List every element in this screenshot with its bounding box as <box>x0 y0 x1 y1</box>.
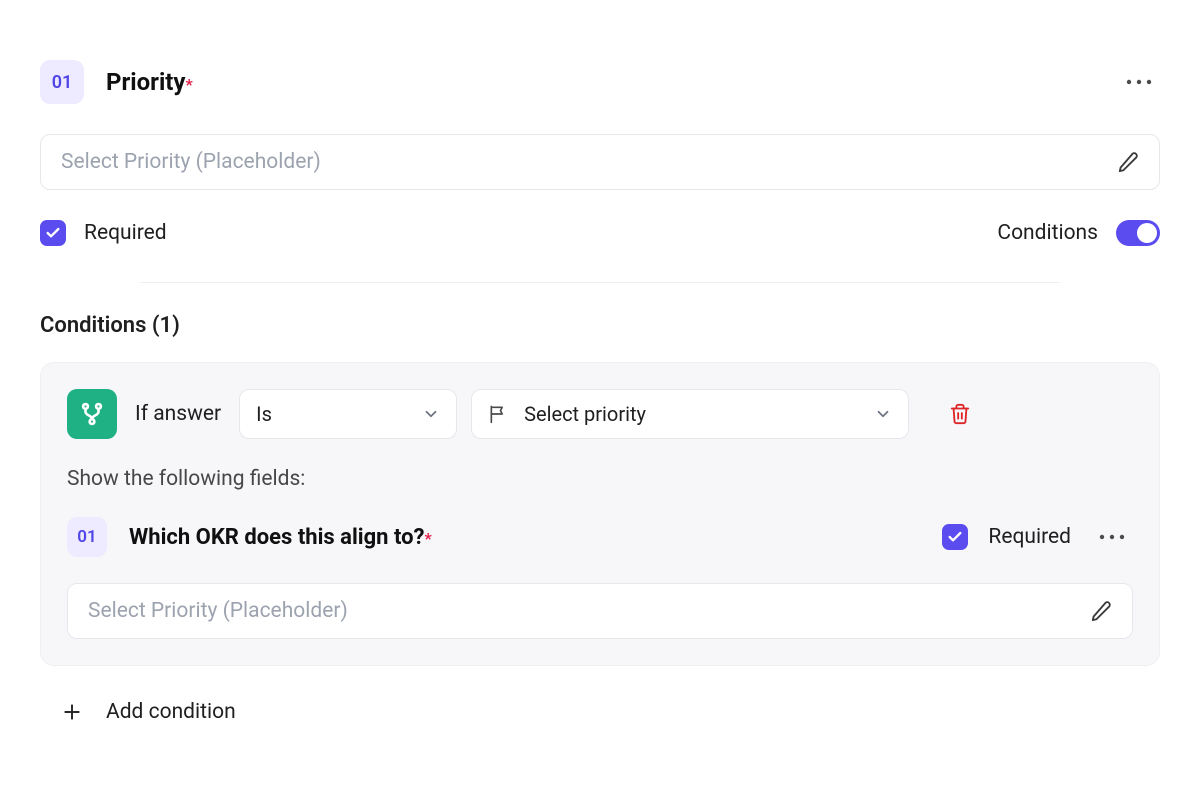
nested-field-header: 01 Which OKR does this align to?* Requir… <box>67 517 1133 557</box>
more-horizontal-icon <box>1099 534 1125 540</box>
delete-condition-button[interactable] <box>943 397 977 431</box>
field-title: Priority <box>106 68 186 96</box>
show-following-label: Show the following fields: <box>67 467 1133 491</box>
edit-placeholder-button[interactable] <box>1117 151 1139 173</box>
operator-value: Is <box>256 402 272 426</box>
pencil-icon <box>1117 151 1139 173</box>
add-condition-label: Add condition <box>106 700 236 724</box>
condition-branch-badge <box>67 389 117 439</box>
required-asterisk: * <box>186 75 193 94</box>
field-number-badge: 01 <box>40 60 84 104</box>
nested-field-title-wrap: Which OKR does this align to?* <box>129 525 432 550</box>
nested-field-title: Which OKR does this align to? <box>129 525 424 550</box>
nested-required-checkbox[interactable] <box>942 524 968 550</box>
priority-placeholder-select[interactable]: Select Priority (Placeholder) <box>40 134 1160 190</box>
nested-placeholder-text: Select Priority (Placeholder) <box>88 599 348 623</box>
field-title-wrap: Priority* <box>106 68 193 96</box>
add-condition-button[interactable]: Add condition <box>40 700 1160 724</box>
field-header: 01 Priority* <box>40 60 1160 104</box>
condition-value-left: Select priority <box>488 402 646 426</box>
chevron-down-icon <box>874 405 892 423</box>
required-asterisk: * <box>424 529 431 548</box>
required-control: Required <box>40 220 167 246</box>
nested-required-label: Required <box>988 525 1071 549</box>
conditions-toggle[interactable] <box>1116 220 1160 246</box>
conditions-card: If answer Is Select priority Show the fo… <box>40 362 1160 666</box>
operator-select[interactable]: Is <box>239 389 457 439</box>
condition-value-select[interactable]: Select priority <box>471 389 909 439</box>
check-icon <box>45 225 61 241</box>
nested-field-left: 01 Which OKR does this align to?* <box>67 517 432 557</box>
field-settings-row: Required Conditions <box>40 220 1160 246</box>
plus-icon <box>62 702 82 722</box>
check-icon <box>947 529 963 545</box>
condition-value-placeholder: Select priority <box>524 402 646 426</box>
trash-icon <box>949 403 971 425</box>
condition-row: If answer Is Select priority <box>67 389 1133 439</box>
conditions-toggle-group: Conditions <box>997 220 1160 246</box>
more-horizontal-icon <box>1126 79 1152 85</box>
nested-placeholder-select[interactable]: Select Priority (Placeholder) <box>67 583 1133 639</box>
pencil-icon <box>1090 600 1112 622</box>
nested-field-number-badge: 01 <box>67 517 107 557</box>
required-checkbox[interactable] <box>40 220 66 246</box>
conditions-heading: Conditions (1) <box>40 313 1160 338</box>
field-header-left: 01 Priority* <box>40 60 193 104</box>
divider <box>140 282 1060 283</box>
flag-icon <box>488 404 508 424</box>
priority-placeholder-text: Select Priority (Placeholder) <box>61 150 321 174</box>
branch-icon <box>79 401 105 427</box>
required-label: Required <box>84 221 167 245</box>
nested-field-right: Required <box>942 524 1133 550</box>
more-options-button[interactable] <box>1118 73 1160 91</box>
if-answer-label: If answer <box>135 402 221 426</box>
conditions-toggle-label: Conditions <box>997 221 1098 245</box>
nested-more-options-button[interactable] <box>1091 528 1133 546</box>
chevron-down-icon <box>422 405 440 423</box>
nested-edit-placeholder-button[interactable] <box>1090 600 1112 622</box>
